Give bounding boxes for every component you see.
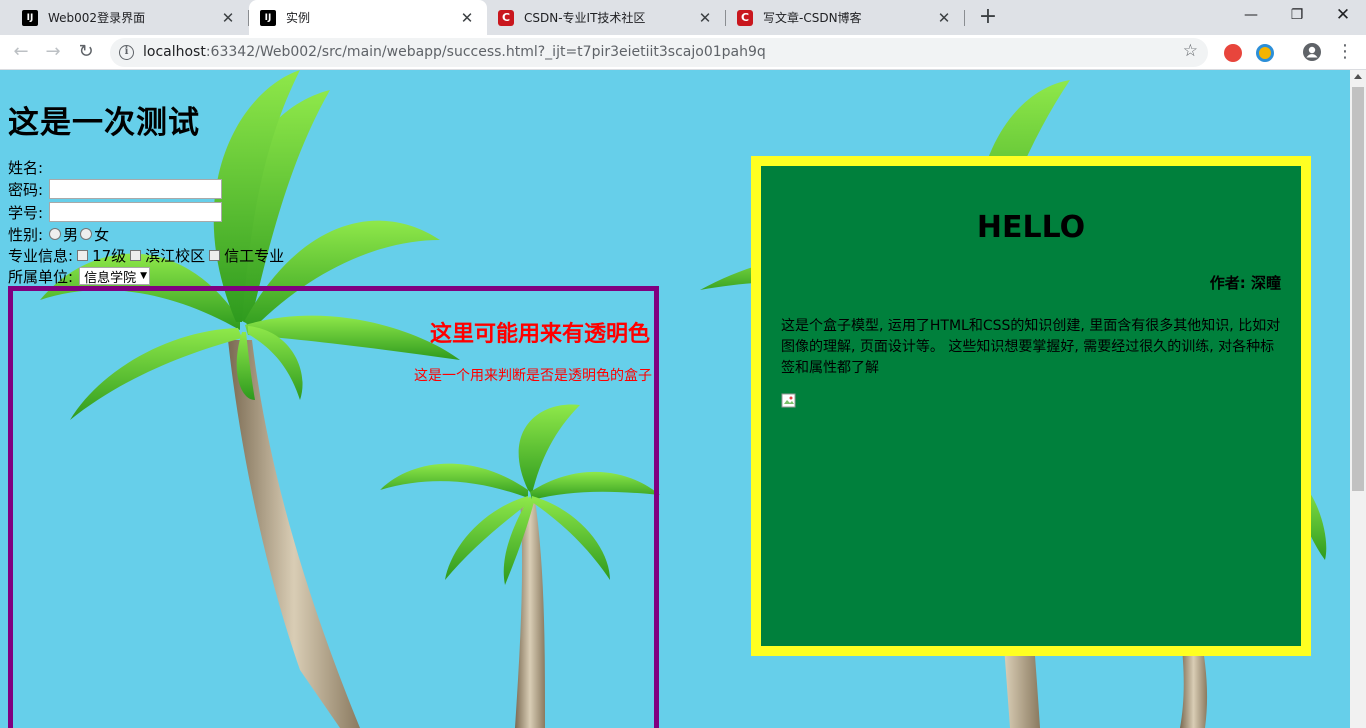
close-icon[interactable]: ✕: [697, 10, 713, 26]
info-eng-major-label: 信工专业: [224, 246, 285, 265]
box-model-content: HELLO 作者: 深瞳 这是个盒子模型, 运用了HTML和CSS的知识创建, …: [761, 166, 1301, 646]
unit-label: 所属单位:: [8, 267, 74, 286]
tab-title: 写文章-CSDN博客: [763, 11, 862, 25]
transparent-test-box: 这里可能用来有透明色 这是一个用来判断是否是透明色的盒子: [8, 286, 659, 728]
binjiang-campus-checkbox[interactable]: [130, 249, 142, 261]
url-text: localhost:63342/Web002/src/main/webapp/s…: [143, 44, 766, 60]
tab-example[interactable]: IJ 实例 ✕: [249, 0, 487, 35]
gender-female-radio[interactable]: [80, 228, 93, 240]
student-id-label: 学号:: [8, 203, 44, 222]
tab-title: CSDN-专业IT技术社区: [524, 11, 646, 25]
password-input[interactable]: [49, 179, 223, 199]
page-viewport: 这是一次测试 姓名: 密码: 学号: 性别: 男 女 专业信息: 17级 滨江校…: [0, 70, 1350, 728]
tab-strip: IJ Web002登录界面 ✕ IJ 实例 ✕ C CSDN-专业IT技术社区 …: [0, 0, 1366, 35]
info-eng-major-checkbox[interactable]: [209, 249, 221, 261]
extension-yellow-icon[interactable]: [1256, 44, 1274, 62]
major-label: 专业信息:: [8, 246, 74, 265]
password-row: 密码:: [8, 178, 223, 200]
address-bar[interactable]: i localhost:63342/Web002/src/main/webapp…: [110, 38, 1208, 67]
tab-web002-login[interactable]: IJ Web002登录界面 ✕: [0, 0, 248, 35]
close-icon[interactable]: ✕: [936, 10, 952, 26]
scrollbar-thumb[interactable]: [1352, 87, 1364, 491]
browser-toolbar: ← → ↻ i localhost:63342/Web002/src/main/…: [0, 35, 1366, 70]
grade-17-label: 17级: [92, 246, 127, 265]
page-title: 这是一次测试: [8, 105, 200, 141]
tab-csdn-community[interactable]: C CSDN-专业IT技术社区 ✕: [487, 0, 725, 35]
gender-male-radio[interactable]: [49, 228, 62, 240]
major-row: 专业信息: 17级 滨江校区 信工专业: [8, 244, 284, 266]
unit-select[interactable]: 信息学院 ▼: [79, 267, 150, 286]
star-icon[interactable]: ☆: [1183, 41, 1198, 61]
url-host: localhost: [143, 44, 206, 60]
tab-title: Web002登录界面: [48, 11, 146, 25]
forward-arrow-icon[interactable]: →: [40, 39, 66, 65]
broken-image-icon: [781, 393, 796, 408]
student-id-input[interactable]: [49, 202, 223, 222]
hello-heading: HELLO: [976, 210, 1086, 245]
name-row: 姓名:: [8, 156, 43, 178]
gender-male-label: 男: [63, 225, 79, 244]
binjiang-campus-label: 滨江校区: [145, 246, 206, 265]
more-vert-icon[interactable]: ⋮: [1333, 40, 1357, 64]
info-icon[interactable]: i: [119, 45, 134, 60]
name-label: 姓名:: [8, 158, 44, 177]
vertical-scrollbar[interactable]: [1350, 70, 1366, 728]
extension-red-icon[interactable]: [1224, 44, 1242, 62]
new-tab-plus-icon[interactable]: +: [976, 4, 1000, 30]
url-path: :63342/Web002/src/main/webapp/success.ht…: [205, 44, 766, 60]
box-model-paragraph: 这是个盒子模型, 运用了HTML和CSS的知识创建, 里面含有很多其他知识, 比…: [781, 318, 1281, 376]
reload-icon[interactable]: ↻: [73, 39, 99, 65]
close-icon[interactable]: ✕: [220, 10, 236, 26]
account-icon[interactable]: [1300, 40, 1324, 64]
restore-icon[interactable]: ❐: [1274, 0, 1320, 30]
unit-row: 所属单位: 信息学院 ▼: [8, 265, 150, 287]
csdn-icon: C: [498, 9, 514, 26]
close-icon[interactable]: ✕: [459, 10, 475, 26]
unit-select-value: 信息学院: [84, 270, 137, 286]
scroll-up-arrow-icon[interactable]: [1354, 74, 1362, 79]
intellij-icon: IJ: [260, 9, 276, 26]
student-id-row: 学号:: [8, 201, 223, 223]
gender-female-label: 女: [94, 225, 110, 244]
box-model-border: HELLO 作者: 深瞳 这是个盒子模型, 运用了HTML和CSS的知识创建, …: [751, 156, 1311, 656]
window-close-icon[interactable]: ✕: [1320, 0, 1366, 30]
password-label: 密码:: [8, 180, 44, 199]
author-line: 作者: 深瞳: [1209, 274, 1281, 292]
intellij-icon: IJ: [22, 9, 38, 26]
grade-17-checkbox[interactable]: [77, 249, 89, 261]
chevron-down-icon: ▼: [140, 271, 147, 281]
csdn-icon: C: [737, 9, 753, 26]
transparent-box-text: 这是一个用来判断是否是透明色的盒子: [414, 368, 652, 384]
tab-title: 实例: [286, 11, 311, 25]
back-arrow-icon[interactable]: ←: [8, 39, 34, 65]
tab-csdn-write[interactable]: C 写文章-CSDN博客 ✕: [726, 0, 964, 35]
gender-label: 性别:: [8, 225, 44, 244]
minimize-icon[interactable]: —: [1228, 0, 1274, 30]
gender-row: 性别: 男 女: [8, 223, 109, 245]
transparent-box-title: 这里可能用来有透明色: [429, 322, 650, 347]
